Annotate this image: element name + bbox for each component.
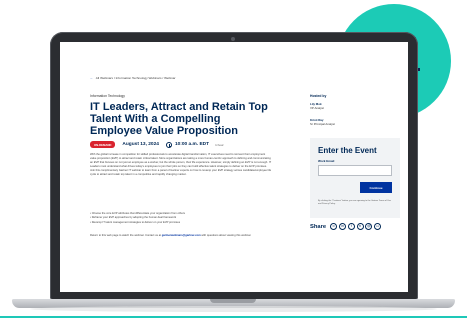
continue-button[interactable]: Continue — [360, 182, 392, 193]
host-card: Lily Mok VP Analyst — [310, 102, 324, 111]
breadcrumb-text[interactable]: All Webinars / Information Technology We… — [96, 76, 176, 80]
list-item: Revamp IT talent management strategies t… — [90, 221, 272, 225]
camera-dot — [231, 37, 235, 41]
share-row: Share ∞ in f ✕ @ ▭ — [310, 223, 383, 230]
clock-icon — [165, 141, 172, 148]
laptop-shadow — [30, 306, 437, 312]
on-demand-badge: ON-DEMAND — [90, 141, 116, 148]
host-role: VP Analyst — [310, 105, 324, 110]
laptop-base-notch — [210, 299, 256, 303]
event-time: 10:00 a.m. EDT — [174, 142, 210, 147]
contact-paragraph: Return to this web page to watch the web… — [90, 234, 272, 238]
back-arrow-icon[interactable]: ← — [90, 76, 93, 80]
event-duration: 1 hour — [215, 142, 224, 147]
clipboard-icon[interactable]: ▭ — [374, 223, 382, 230]
page-title: IT Leaders, Attract and Retain Top Talen… — [90, 101, 268, 137]
host-card: Kristi Ray Sr Principal Analyst — [310, 118, 335, 127]
link-icon[interactable]: ∞ — [330, 223, 338, 230]
teal-divider — [0, 316, 467, 318]
laptop-screen: ← All Webinars / Information Technology … — [60, 42, 408, 292]
registration-form: Enter the Event Work Email Continue By c… — [310, 138, 400, 218]
breadcrumb[interactable]: ← All Webinars / Information Technology … — [90, 76, 176, 80]
event-date: August 13, 2024 — [122, 142, 159, 147]
form-title: Enter the Event — [318, 146, 377, 155]
description-paragraph: With the global increase in competition … — [90, 153, 272, 176]
contact-email-link[interactable]: gartnerwebinars@gartner.com — [162, 234, 201, 237]
email-label: Work Email — [318, 159, 335, 163]
event-meta: ON-DEMAND August 13, 2024 10:00 a.m. EDT… — [90, 141, 224, 148]
email-icon[interactable]: @ — [365, 223, 373, 230]
x-icon[interactable]: ✕ — [356, 223, 364, 230]
contact-text-pre: Return to this web page to watch the web… — [90, 234, 162, 237]
email-field[interactable] — [318, 165, 392, 176]
facebook-icon[interactable]: f — [347, 223, 355, 230]
category-label: Information Technology — [90, 94, 125, 98]
host-role: Sr Principal Analyst — [310, 121, 335, 126]
takeaways-list: Choose the core EVP attributes that diff… — [90, 212, 272, 225]
hosted-by-heading: Hosted by — [310, 94, 327, 98]
contact-text-post: with questions about viewing this webina… — [200, 234, 252, 237]
linkedin-icon[interactable]: in — [338, 223, 346, 230]
share-label: Share — [310, 223, 327, 230]
consent-text: By clicking the "Continue" button, you a… — [318, 200, 391, 205]
